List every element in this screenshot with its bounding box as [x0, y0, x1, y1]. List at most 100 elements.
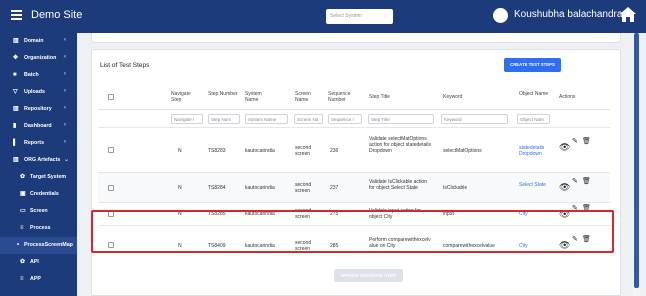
bank-icon: ▥: [13, 157, 19, 163]
row-checkbox[interactable]: [108, 185, 114, 191]
delete-icon[interactable]: 🗑: [582, 177, 591, 185]
sidebar-item-process[interactable]: ≡ Process: [0, 220, 77, 237]
cell-navigate: N: [178, 185, 182, 191]
cell-step-title: Validate selectMatOptions action for obj…: [369, 136, 431, 154]
view-icon[interactable]: 👁: [559, 182, 570, 193]
sitemap-icon: ✥: [13, 55, 19, 61]
avatar[interactable]: [493, 8, 508, 23]
select-system-dropdown[interactable]: Select System: [326, 9, 393, 24]
sidebar-item-target-system[interactable]: ✿ Target System: [0, 169, 77, 186]
monitor-icon: ▭: [20, 208, 26, 214]
header-screen-name: Screen Name: [295, 91, 311, 103]
chevron-left-icon: ‹: [64, 105, 66, 111]
header-step-title: Step Title: [369, 94, 390, 100]
list-icon: ≡: [20, 276, 24, 282]
chevron-left-icon: ‹: [64, 37, 66, 43]
cell-sequence-number: 237: [330, 185, 339, 191]
sidebar: ▥ Domain ‹ ✥ Organization ‹ ■ Batch ‹ ▽ …: [0, 33, 77, 296]
header-object-name: Object Name: [519, 91, 549, 97]
header-keyword: Keyword: [443, 94, 463, 100]
header-actions: Actions: [559, 94, 576, 100]
table-header-row: Navigate Step Step Number System Name Sc…: [98, 85, 610, 109]
edit-icon[interactable]: ✎: [572, 137, 578, 145]
sidebar-item-processscreenmap[interactable]: • ProcessScreenMap: [0, 237, 77, 254]
filter-navigate-step[interactable]: Navigate I: [171, 114, 203, 124]
filter-system-name[interactable]: System Name: [245, 114, 288, 124]
cell-sequence-number: 236: [330, 148, 339, 154]
sidebar-item-organization[interactable]: ✥ Organization ‹: [0, 50, 77, 67]
filter-step-title[interactable]: Step Title: [368, 114, 434, 124]
chevron-left-icon: ‹: [64, 88, 66, 94]
table-row: N TS8283 kautocarindia second screen 236…: [98, 127, 610, 172]
chevron-down-icon: ⌄: [64, 157, 70, 163]
test-steps-card: List of Test Steps CREATE TEST STEPS Nav…: [91, 49, 621, 296]
create-test-steps-button[interactable]: CREATE TEST STEPS: [504, 58, 561, 72]
chevron-left-icon: ‹: [64, 122, 66, 128]
sidebar-item-screen[interactable]: ▭ Screen: [0, 203, 77, 220]
cell-keyword: selectMatOptions: [443, 148, 482, 154]
chevron-left-icon: ‹: [64, 54, 66, 60]
update-navigate-step-button[interactable]: UPDATE NAVIGATE STEP: [334, 269, 403, 282]
sidebar-item-org-artefacts[interactable]: ▥ ORG Artefacts ⌄: [0, 152, 77, 169]
cell-screen-name: second screen: [295, 182, 312, 194]
folder-icon: ■: [13, 72, 17, 78]
cell-object-link[interactable]: statedetails Dropdown: [519, 145, 553, 157]
file-icon: ▌: [13, 140, 18, 146]
home-icon[interactable]: [619, 6, 637, 24]
top-bar: Demo Site Select System Koushubha balach…: [0, 0, 646, 33]
gear-icon: ✿: [20, 174, 26, 180]
cell-screen-name: second screen: [295, 145, 312, 157]
previous-card: [91, 33, 621, 43]
chevron-left-icon: ‹: [64, 71, 66, 77]
sidebar-item-uploads[interactable]: ▽ Uploads ‹: [0, 84, 77, 101]
site-title: Demo Site: [31, 9, 83, 21]
filter-screen-name[interactable]: Screen Na: [294, 114, 323, 124]
table-row: N TS8284 kautocarindia second screen 237…: [98, 172, 610, 202]
bank-icon: ▥: [13, 38, 19, 44]
highlight-box: [91, 210, 614, 253]
cell-navigate: N: [178, 148, 182, 154]
filter-keyword[interactable]: Keyword: [441, 114, 508, 124]
chevron-left-icon: ‹: [64, 139, 66, 145]
user-name[interactable]: Koushubha balachandra: [514, 9, 622, 20]
lock-icon: ▣: [20, 191, 26, 197]
sidebar-item-dashboard[interactable]: ▮ Dashboard ‹: [0, 118, 77, 135]
sidebar-item-api[interactable]: ✿ API: [0, 254, 77, 271]
gear-icon: ✿: [20, 259, 26, 265]
bar-chart-icon: ▮: [13, 123, 17, 129]
edit-icon[interactable]: ✎: [572, 177, 578, 185]
cell-keyword: IsClickable: [443, 185, 468, 191]
sidebar-item-repository[interactable]: ▥ Repository ‹: [0, 101, 77, 118]
filter-sequence-number[interactable]: Sequence I: [328, 114, 362, 124]
cell-step-number: TS8283: [208, 148, 226, 154]
list-icon: ≡: [20, 225, 24, 231]
cell-step-number: TS8284: [208, 185, 226, 191]
sidebar-item-app[interactable]: ≡ APP: [0, 271, 77, 288]
scrollbar-thumb[interactable]: [634, 33, 639, 288]
header-system-name: System Name: [245, 91, 262, 103]
bank-icon: ▥: [13, 106, 19, 112]
sidebar-item-credentials[interactable]: ▣ Credentials: [0, 186, 77, 203]
delete-icon[interactable]: 🗑: [582, 137, 591, 145]
select-all-checkbox[interactable]: [108, 94, 114, 100]
cell-system-name: kautocarindia: [245, 185, 275, 191]
dot-icon: •: [17, 242, 20, 248]
filter-icon: ▽: [13, 89, 18, 95]
sidebar-item-domain[interactable]: ▥ Domain ‹: [0, 33, 77, 50]
filter-step-number[interactable]: Step Num: [208, 114, 240, 124]
menu-icon[interactable]: [11, 10, 22, 20]
header-navigate-step: Navigate Step: [171, 91, 191, 103]
cell-system-name: kautocarindia: [245, 148, 275, 154]
header-step-number: Step Number: [208, 91, 238, 97]
view-icon[interactable]: 👁: [559, 142, 570, 153]
header-sequence-number: Sequence Number: [328, 91, 351, 103]
filter-object-name[interactable]: Object Nam: [517, 114, 550, 124]
cell-step-title: Validate IsClickable action for object S…: [369, 179, 427, 191]
table-filter-row: Navigate I Step Num System Name Screen N…: [98, 109, 610, 127]
sidebar-item-batch[interactable]: ■ Batch ‹: [0, 67, 77, 84]
main-content: List of Test Steps CREATE TEST STEPS Nav…: [77, 33, 646, 296]
row-checkbox[interactable]: [108, 147, 114, 153]
card-title: List of Test Steps: [100, 62, 150, 69]
sidebar-item-reports[interactable]: ▌ Reports ‹: [0, 135, 77, 152]
cell-object-link[interactable]: Select State: [519, 182, 549, 188]
